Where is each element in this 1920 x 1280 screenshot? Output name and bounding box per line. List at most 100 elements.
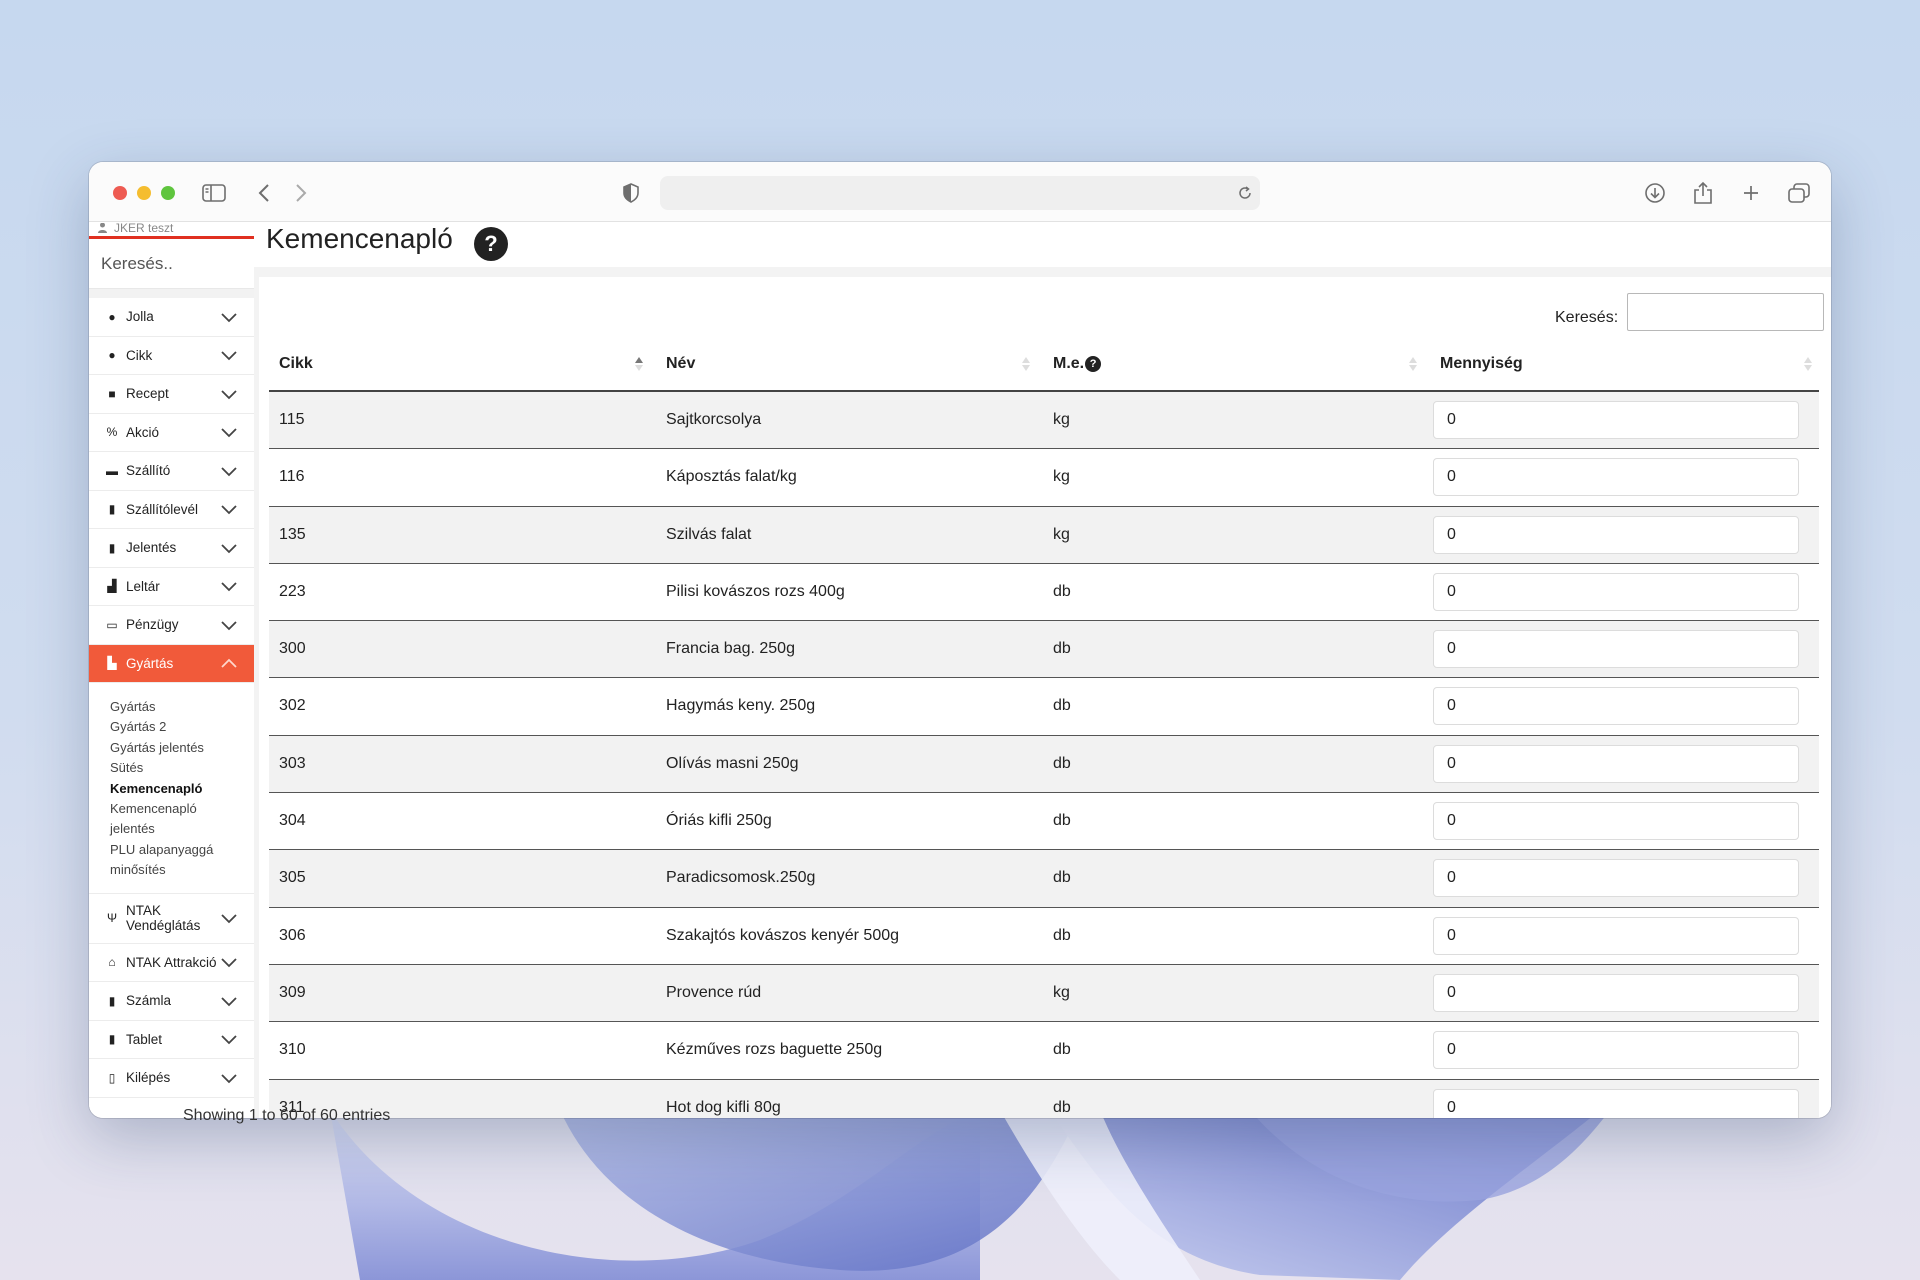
quantity-input[interactable]: 0 [1433, 1088, 1799, 1118]
privacy-shield-icon[interactable] [618, 180, 644, 206]
quantity-input[interactable]: 0 [1433, 916, 1799, 955]
chevron-down-icon [221, 351, 237, 361]
quantity-input[interactable]: 0 [1433, 515, 1799, 554]
downloads-icon[interactable] [1642, 180, 1668, 206]
table-row: 135 Szilvás falat kg 0 [269, 506, 1819, 564]
table-info-text: Showing 1 to 60 of 60 entries [183, 1107, 391, 1124]
quantity-input[interactable]: 0 [1433, 802, 1799, 841]
chevron-down-icon [221, 313, 237, 323]
bar-chart-icon: ▮ [108, 540, 116, 555]
submenu-item-gyartas[interactable]: Gyártás [110, 697, 254, 717]
zoom-window-button[interactable] [161, 186, 175, 200]
sidebar-item-label: Cikk [126, 347, 153, 363]
utensils-icon: Ψ [106, 911, 118, 926]
sidebar-item-label: Pénzügy [126, 617, 179, 633]
sidebar-item-label: Akció [126, 424, 160, 440]
sidebar-item-recept[interactable]: ■ Recept [89, 375, 254, 414]
sidebar-item-gyartas[interactable]: ▙ Gyártás [89, 644, 254, 683]
sidebar-item-szallitolevel[interactable]: ▮ Szállítólevél [89, 491, 254, 529]
table-row: 306 Szakajtós kovászos kenyér 500g db 0 [269, 908, 1819, 965]
sidebar-item-szamla[interactable]: ▮ Számla [89, 982, 254, 1021]
web-content: JKER teszt Keresés.. ● Jolla ● Cikk ■ Recept%… [89, 223, 1831, 1118]
sidebar-item-leltar[interactable]: ▟ Leltár [89, 568, 254, 606]
forward-icon[interactable] [288, 180, 314, 206]
user-row: JKER teszt [89, 223, 254, 236]
address-bar[interactable] [660, 176, 1260, 210]
invoice-icon: ▮ [108, 993, 116, 1008]
sidebar-item-penzugy[interactable]: ▭ Pénzügy [89, 606, 254, 645]
cell-me: db [1053, 926, 1071, 944]
sidebar-item-tablet[interactable]: ▮ Tablet [89, 1021, 254, 1060]
close-window-button[interactable] [113, 186, 127, 200]
share-icon[interactable] [1690, 180, 1716, 206]
column-header-cikk[interactable]: Cikk [269, 335, 656, 392]
quantity-input[interactable]: 0 [1433, 630, 1799, 669]
cell-me: db [1053, 1041, 1071, 1059]
question-circle-icon[interactable]: ? [1085, 355, 1102, 372]
new-tab-icon[interactable] [1738, 180, 1764, 206]
minimize-window-button[interactable] [137, 186, 151, 200]
chevron-down-icon [221, 544, 237, 554]
quantity-input[interactable]: 0 [1433, 859, 1799, 898]
sidebar-toggle-icon[interactable] [201, 180, 227, 206]
cell-me: kg [1053, 468, 1070, 486]
cell-cikk: 310 [279, 1041, 306, 1059]
column-header-mennyiseg-label: Mennyiség [1440, 354, 1523, 372]
column-header-mennyiseg[interactable]: Mennyiség [1430, 335, 1819, 392]
sort-icon [1804, 357, 1812, 371]
help-icon[interactable]: ? [474, 227, 508, 261]
sidebar-item-label: Kilépés [126, 1070, 171, 1086]
column-header-cikk-label: Cikk [279, 354, 313, 372]
sidebar-item-szallito[interactable]: ▬ Szállító [89, 452, 254, 491]
quantity-input[interactable]: 0 [1433, 572, 1799, 611]
sidebar-search-input[interactable]: Keresés.. [89, 239, 254, 289]
quantity-input[interactable]: 0 [1433, 458, 1799, 497]
table-row: 305 Paradicsomosk.250g db 0 [269, 850, 1819, 908]
sidebar-item-ntak-attrakcio[interactable]: ⌂ NTAK Attrakció [89, 944, 254, 983]
sidebar-item-label: Recept [126, 386, 169, 402]
column-header-nev-label: Név [666, 354, 696, 372]
quantity-input[interactable]: 0 [1433, 973, 1799, 1012]
submenu-item-kemencenaplo[interactable]: Kemencenapló [110, 779, 254, 799]
cell-cikk: 305 [279, 869, 306, 887]
quantity-input[interactable]: 0 [1433, 401, 1799, 439]
table-row: 303 Olívás masni 250g db 0 [269, 735, 1819, 794]
sidebar-item-akcio[interactable]: % Akció [89, 414, 254, 452]
sidebar-item-cikk[interactable]: ● Cikk [89, 337, 254, 375]
table-search-label: Keresés: [1555, 309, 1619, 326]
submenu-item-sutes[interactable]: Sütés [110, 758, 254, 778]
chevron-up-icon [221, 658, 237, 668]
cell-nev: Provence rúd [666, 983, 762, 1001]
reload-icon[interactable] [1232, 180, 1258, 206]
back-icon[interactable] [251, 180, 277, 206]
submenu-item-kemencenaplo-jelentes[interactable]: Kemencenapló jelentés [110, 799, 230, 840]
browser-toolbar [89, 162, 1831, 222]
sidebar-item-label: Tablet [126, 1031, 163, 1047]
column-header-me[interactable]: M.e. ? [1043, 335, 1430, 392]
submenu-item-gyartas-jelentes[interactable]: Gyártás jelentés [110, 738, 254, 758]
sidebar-item-label: Leltár [126, 578, 160, 594]
submenu-item-gyartas-2[interactable]: Gyártás 2 [110, 717, 254, 737]
sidebar-item-kilepes[interactable]: ▯ Kilépés [89, 1059, 254, 1098]
tab-overview-icon[interactable] [1786, 180, 1812, 206]
quantity-input[interactable]: 0 [1433, 687, 1799, 726]
sidebar-item-ntak-vendeglatas[interactable]: Ψ NTAK Vendéglátás [89, 894, 254, 944]
table-search-input[interactable] [1627, 293, 1824, 331]
cell-nev: Káposztás falat/kg [666, 468, 797, 486]
quantity-input[interactable]: 0 [1433, 744, 1799, 783]
table-card: Keresés: Cikk Név M.e. ? Mennyiség 115 S… [259, 277, 1831, 1118]
boxes-icon: ▟ [107, 579, 117, 594]
cell-cikk: 115 [279, 411, 305, 428]
quantity-input[interactable]: 0 [1433, 1031, 1799, 1070]
sidebar-item-jolla[interactable]: ● Jolla [89, 298, 254, 337]
submenu-item-plu-alapanyagga-minosites[interactable]: PLU alapanyaggá minősítés [110, 840, 240, 881]
cell-nev: Óriás kifli 250g [666, 812, 772, 830]
chevron-down-icon [221, 958, 237, 968]
apple-icon: ● [108, 348, 116, 363]
column-header-nev[interactable]: Név [656, 335, 1043, 392]
document-icon: ▮ [108, 502, 116, 517]
sidebar-item-label: Szállító [126, 463, 171, 479]
sidebar-item-jelentes[interactable]: ▮ Jelentés [89, 529, 254, 568]
table-row: 304 Óriás kifli 250g db 0 [269, 793, 1819, 851]
title-bar: Kemencenapló ? [254, 223, 1831, 267]
